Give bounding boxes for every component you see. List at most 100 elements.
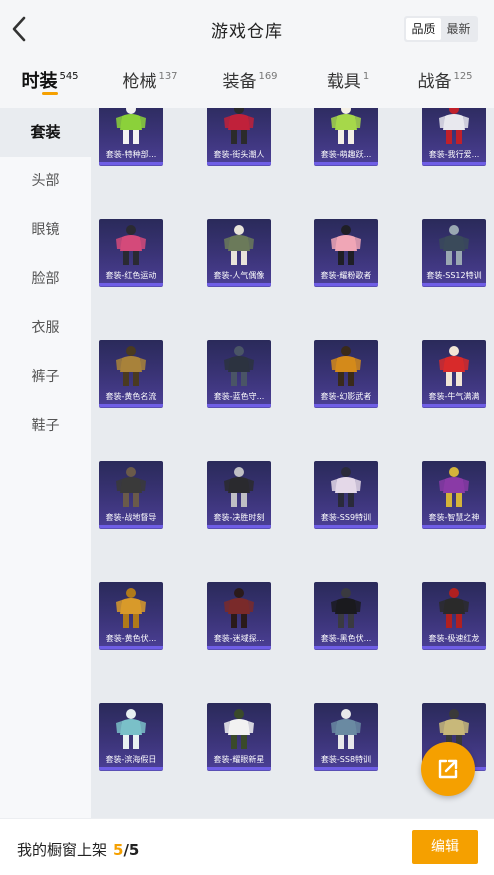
outfit-thumbnail (314, 222, 378, 268)
outfit-card[interactable]: 套装-幻影武者 (314, 340, 378, 407)
sort-option-latest[interactable]: 最新 (441, 18, 476, 40)
tab-count: 545 (59, 71, 79, 82)
outfit-card[interactable]: 套装-黄色名流 (99, 340, 163, 407)
sidebar-item-face[interactable]: 脸部 (0, 255, 91, 304)
outfit-card[interactable]: 套装-耀眼新星 (207, 703, 271, 770)
tab-equipment[interactable]: 装备 169 (200, 60, 300, 104)
outfit-card[interactable]: 套装-SS9特训 (314, 461, 378, 528)
outfit-thumbnail (422, 343, 486, 389)
outfit-figure-icon (224, 108, 254, 144)
outfit-thumbnail (314, 464, 378, 510)
sidebar: 套装 头部 眼镜 脸部 衣服 裤子 鞋子 (0, 108, 91, 818)
footer-bar: 我的橱窗上架 5/5 编辑 (0, 818, 494, 875)
outfit-name: 套装-SS8特训 (320, 755, 372, 764)
outfit-card[interactable]: 套装-SS8特训 (314, 703, 378, 770)
outfit-name: 套装-耀眼新星 (213, 755, 265, 764)
outfit-card[interactable]: 套装-萌趣跃... (314, 108, 378, 165)
outfit-figure-icon (331, 467, 361, 507)
tab-vehicles[interactable]: 载具 1 (300, 60, 396, 104)
outfit-name: 套装-牛气满满 (428, 392, 480, 401)
outfit-card[interactable]: 套装-人气偶像 (207, 219, 271, 286)
outfit-card[interactable]: 套装-黄色伏... (99, 582, 163, 649)
sidebar-item-shoes[interactable]: 鞋子 (0, 402, 91, 451)
sort-option-quality[interactable]: 品质 (406, 18, 441, 40)
card-base-strip (207, 404, 271, 407)
outfit-card[interactable]: 套装-黑色伏... (314, 582, 378, 649)
outfit-figure-icon (331, 108, 361, 144)
tab-count: 125 (453, 71, 473, 82)
outfit-name: 套装-幻影武者 (320, 392, 372, 401)
card-base-strip (422, 525, 486, 528)
outfit-thumbnail (207, 343, 271, 389)
outfit-thumbnail (207, 464, 271, 510)
tab-guns[interactable]: 枪械 137 (100, 60, 200, 104)
tab-fashion[interactable]: 时装 545 (0, 60, 100, 104)
sidebar-item-pants[interactable]: 裤子 (0, 353, 91, 402)
outfit-name: 套装-迷域探... (213, 634, 265, 643)
outfit-card[interactable]: 套装-特种部... (99, 108, 163, 165)
outfit-card[interactable]: 套装-迷域探... (207, 582, 271, 649)
outfit-figure-icon (116, 108, 146, 144)
outfit-card[interactable]: 套装-滨海假日 (99, 703, 163, 770)
outfit-figure-icon (439, 108, 469, 144)
outfit-thumbnail (99, 464, 163, 510)
edit-button[interactable]: 编辑 (412, 830, 478, 864)
outfit-thumbnail (422, 585, 486, 631)
outfit-thumbnail (207, 108, 271, 147)
showcase-label: 我的橱窗上架 (17, 841, 108, 859)
item-grid: 套装-特种部... 套装-街头潮人 套装-萌趣跃... 套装-我行爱... 套装-红色运… (91, 108, 494, 818)
outfit-card[interactable]: 套装-极速红龙 (422, 582, 486, 649)
outfit-card[interactable]: 套装-耀粉歌者 (314, 219, 378, 286)
outfit-card[interactable]: 套装-智慧之神 (422, 461, 486, 528)
card-base-strip (314, 404, 378, 407)
outfit-figure-icon (331, 346, 361, 386)
outfit-thumbnail (99, 706, 163, 752)
outfit-card[interactable]: 套装-牛气满满 (422, 340, 486, 407)
card-base-strip (314, 525, 378, 528)
sort-toggle[interactable]: 品质 最新 (404, 16, 478, 42)
outfit-card[interactable]: 套装-蓝色守... (207, 340, 271, 407)
tab-supplies[interactable]: 战备 125 (396, 60, 494, 104)
outfit-card[interactable]: 套装-SS12特训 (422, 219, 486, 286)
outfit-thumbnail (422, 464, 486, 510)
header: 游戏仓库 品质 最新 (0, 0, 494, 60)
sidebar-item-glasses[interactable]: 眼镜 (0, 206, 91, 255)
outfit-thumbnail (314, 343, 378, 389)
share-button[interactable] (421, 742, 475, 796)
sidebar-item-outfits[interactable]: 套装 (0, 108, 91, 157)
card-base-strip (422, 646, 486, 649)
tab-label: 枪械 (122, 72, 157, 92)
card-base-strip (99, 646, 163, 649)
sidebar-item-head[interactable]: 头部 (0, 157, 91, 206)
outfit-name: 套装-战地督导 (105, 513, 157, 522)
outfit-card[interactable]: 套装-街头潮人 (207, 108, 271, 165)
outfit-thumbnail (99, 222, 163, 268)
outfit-name: 套装-SS12特训 (426, 271, 482, 280)
card-base-strip (99, 767, 163, 770)
category-tabs: 时装 545 枪械 137 装备 169 载具 1 战备 125 (0, 60, 494, 108)
outfit-thumbnail (422, 108, 486, 147)
outfit-card[interactable]: 套装-战地督导 (99, 461, 163, 528)
outfit-figure-icon (224, 225, 254, 265)
outfit-figure-icon (224, 588, 254, 628)
tab-active-underline (42, 92, 58, 95)
outfit-name: 套装-极速红龙 (428, 634, 480, 643)
outfit-name: 套装-滨海假日 (105, 755, 157, 764)
outfit-thumbnail (314, 108, 378, 147)
outfit-card[interactable]: 套装-我行爱... (422, 108, 486, 165)
sidebar-item-clothes[interactable]: 衣服 (0, 304, 91, 353)
outfit-name: 套装-蓝色守... (213, 392, 265, 401)
card-base-strip (207, 525, 271, 528)
outfit-name: 套装-黄色名流 (105, 392, 157, 401)
outfit-thumbnail (314, 585, 378, 631)
outfit-figure-icon (116, 709, 146, 749)
card-base-strip (207, 646, 271, 649)
outfit-thumbnail (422, 222, 486, 268)
outfit-name: 套装-决胜时刻 (213, 513, 265, 522)
outfit-card[interactable]: 套装-决胜时刻 (207, 461, 271, 528)
outfit-card[interactable]: 套装-红色运动 (99, 219, 163, 286)
card-base-strip (207, 767, 271, 770)
outfit-figure-icon (331, 588, 361, 628)
outfit-name: 套装-黄色伏... (105, 634, 157, 643)
outfit-thumbnail (314, 706, 378, 752)
